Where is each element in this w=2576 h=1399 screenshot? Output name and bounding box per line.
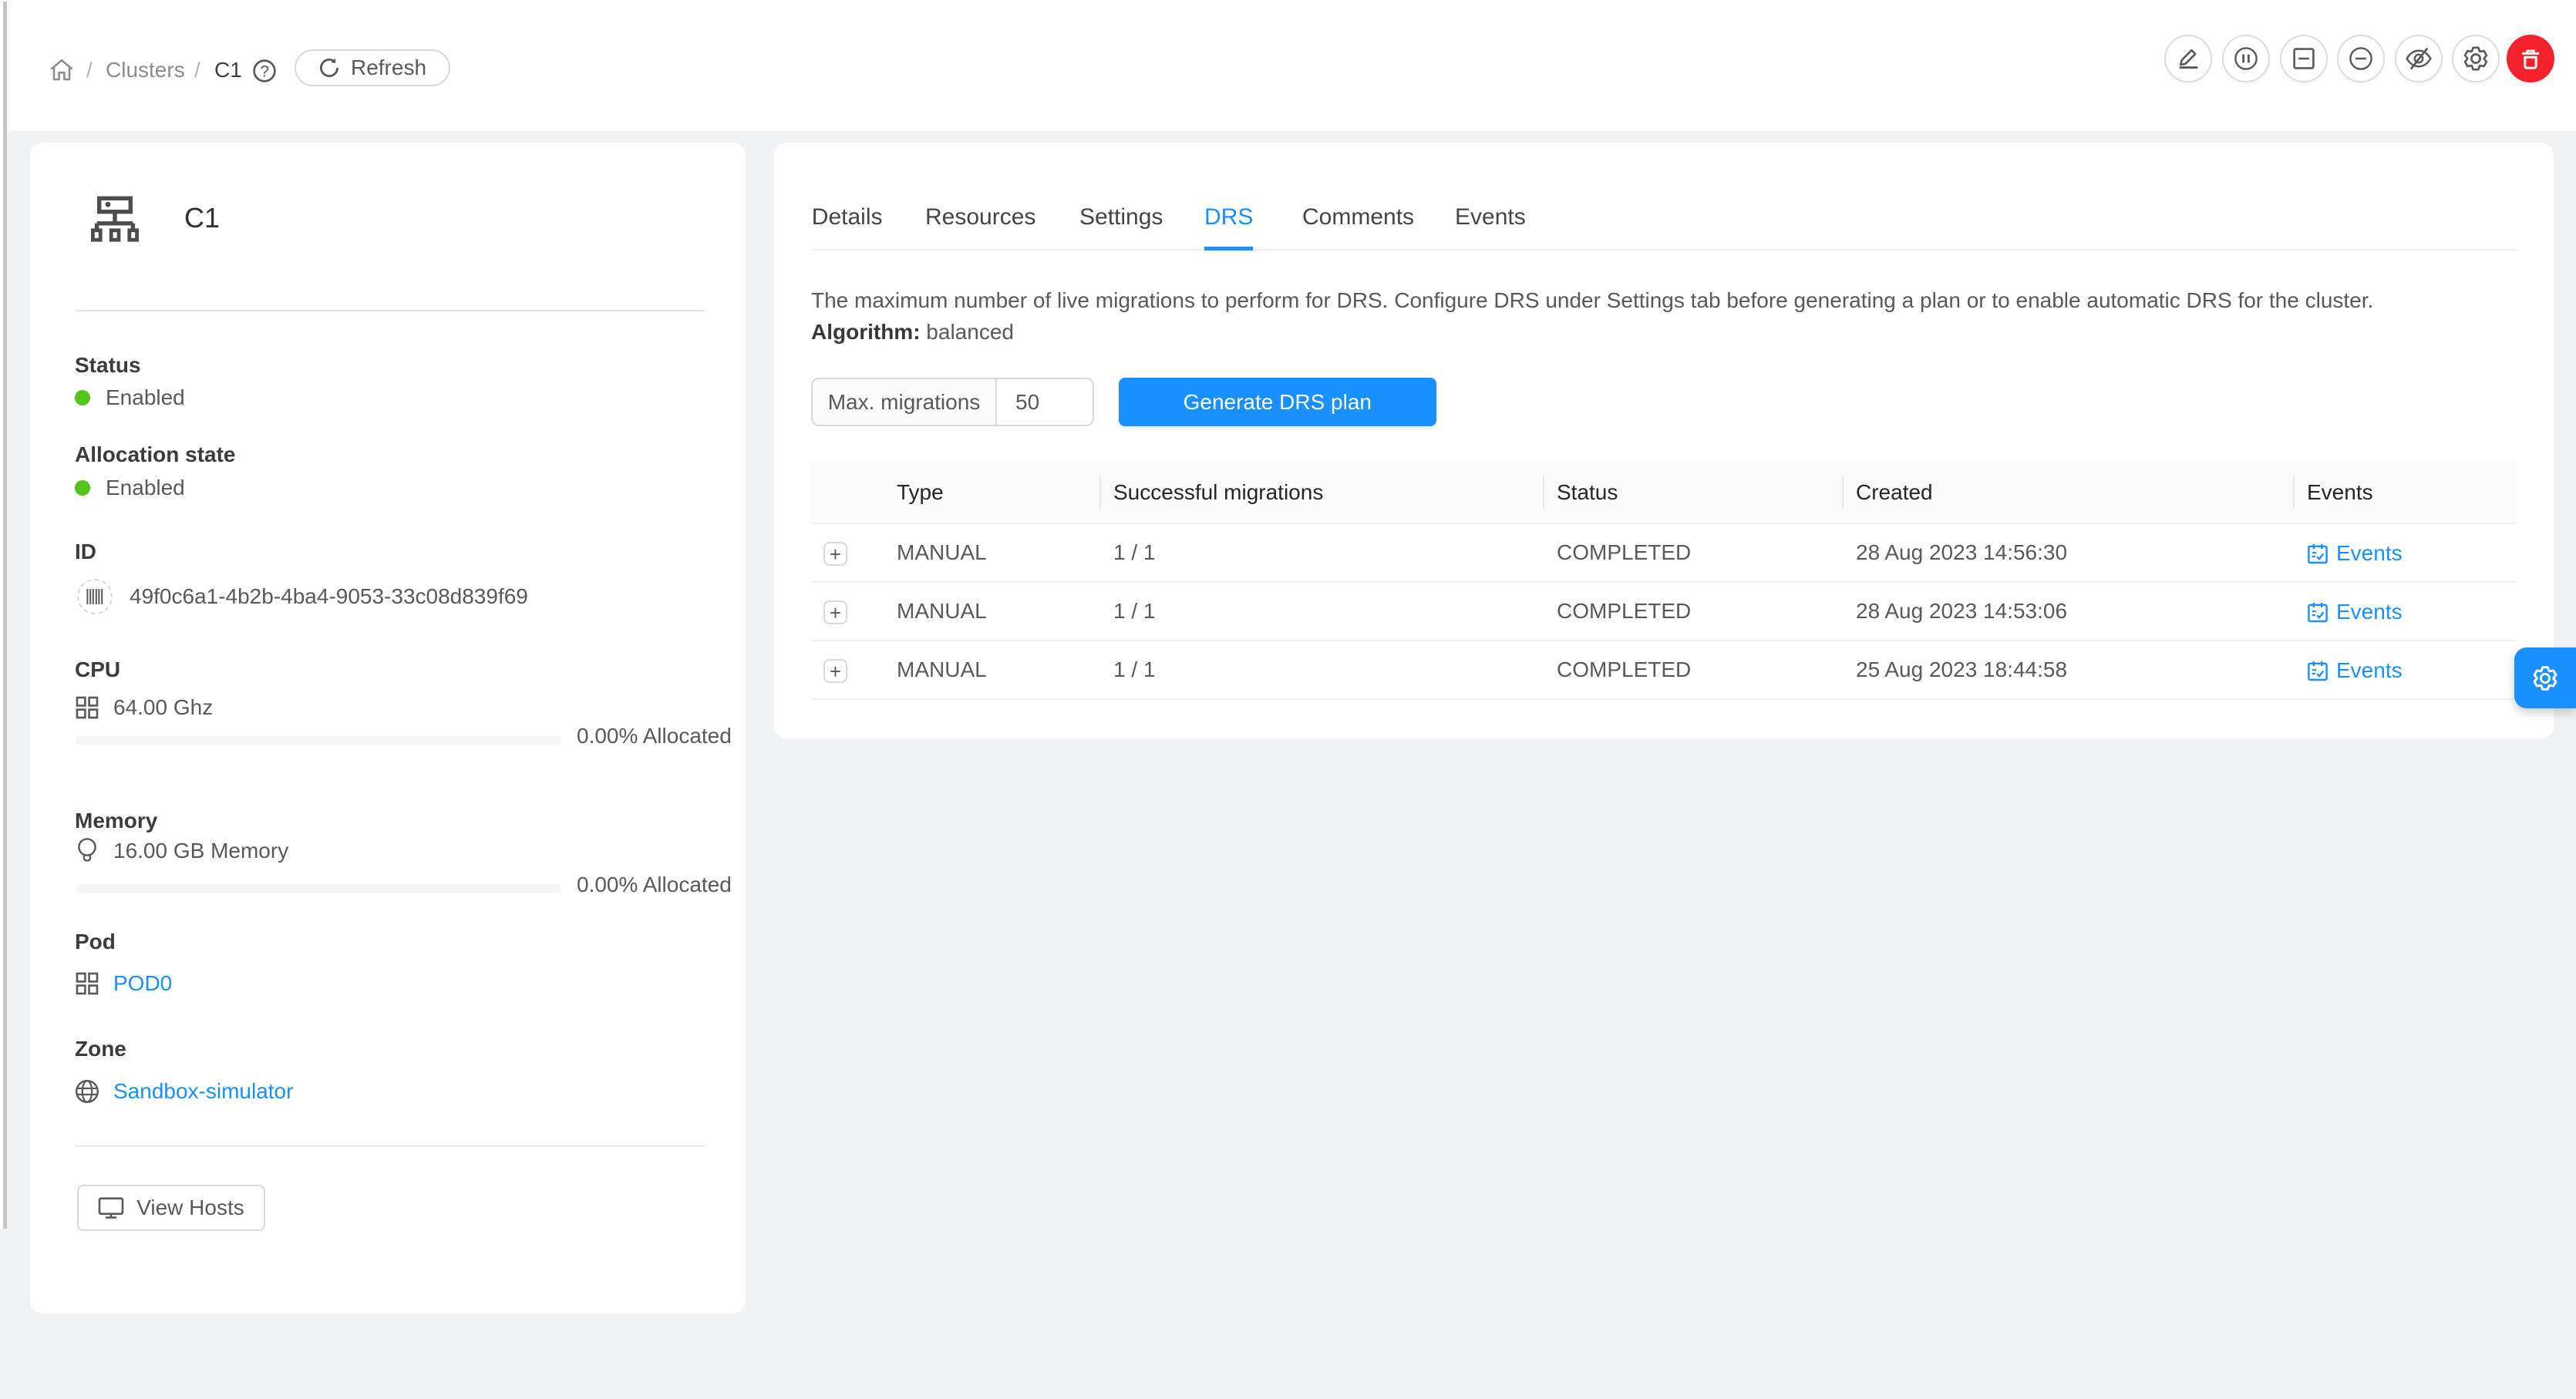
svg-text:?: ? — [260, 62, 269, 80]
